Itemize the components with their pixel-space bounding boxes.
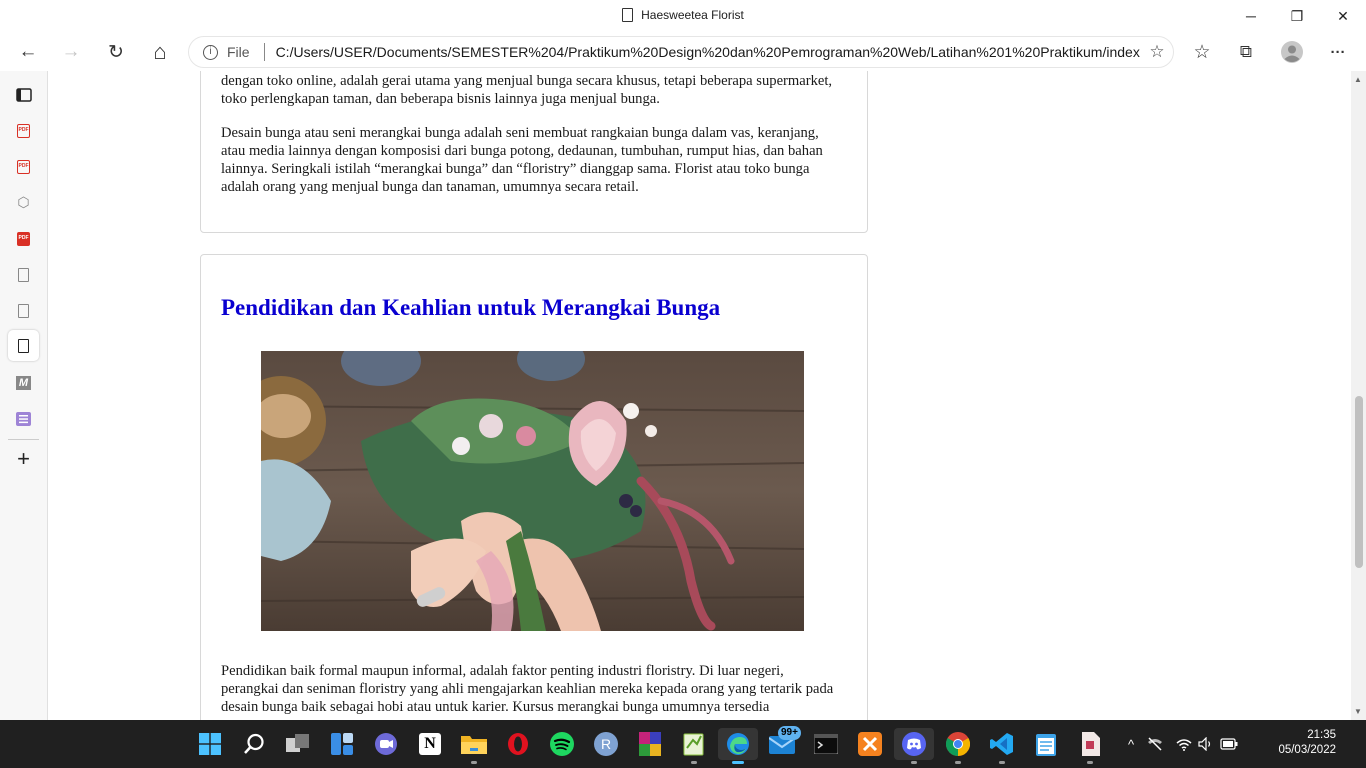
avatar-icon: [1281, 41, 1303, 63]
page-scrollbar[interactable]: ▲ ▼: [1351, 71, 1366, 720]
scroll-down-icon[interactable]: ▼: [1354, 707, 1362, 716]
windows-icon[interactable]: [194, 728, 226, 760]
list-icon: [16, 411, 31, 426]
close-button[interactable]: ✕: [1320, 0, 1366, 32]
task-view-icon[interactable]: [282, 728, 314, 760]
minimize-button[interactable]: ─: [1228, 0, 1274, 32]
page-icon: [622, 8, 634, 22]
network-off-icon[interactable]: [1147, 737, 1163, 751]
sidebar-tab-pdf-2[interactable]: PDF: [8, 151, 39, 182]
opera-icon[interactable]: [502, 728, 534, 760]
spotify-icon[interactable]: [546, 728, 578, 760]
discord-icon[interactable]: [894, 728, 934, 764]
sidebar-tab-medium[interactable]: M: [8, 367, 39, 398]
window-title: Haesweetea Florist: [0, 8, 1366, 22]
notepad-icon[interactable]: [1030, 728, 1062, 760]
add-favorite-icon[interactable]: ☆: [1141, 42, 1173, 62]
paragraph: Pendidikan baik formal maupun informal, …: [221, 663, 834, 715]
article-card: Pendidikan dan Keahlian untuk Merangkai …: [200, 254, 868, 720]
address-separator: [263, 43, 265, 61]
browser-toolbar: ← → ↻ ⌂ i File C:/Users/USER/Documents/S…: [0, 32, 1366, 71]
scroll-up-icon[interactable]: ▲: [1354, 75, 1362, 84]
paragraph: dengan toko online, adalah gerai utama y…: [221, 73, 833, 107]
vertical-tabs-sidebar: PDF PDF ⬡ PDF M +: [0, 71, 48, 720]
restore-button[interactable]: ❐: [1274, 0, 1320, 32]
edge-icon[interactable]: [718, 728, 758, 764]
codepen-icon: ⬡: [17, 194, 30, 210]
notion-icon[interactable]: N: [414, 728, 446, 760]
winrar-icon[interactable]: [634, 728, 666, 760]
tab-actions-icon[interactable]: [8, 79, 39, 110]
new-tab-button[interactable]: +: [8, 443, 39, 474]
collections-icon[interactable]: ⧉: [1230, 36, 1262, 68]
system-tray: ^: [1128, 720, 1238, 768]
battery-icon[interactable]: [1220, 738, 1238, 750]
url-text[interactable]: C:/Users/USER/Documents/SEMESTER%204/Pra…: [276, 44, 1141, 60]
sidebar-tab-page-2[interactable]: [8, 295, 39, 326]
sidebar-tab-codepen[interactable]: ⬡: [8, 187, 39, 218]
document-icon[interactable]: [1074, 728, 1106, 764]
sidebar-tab-pdf-3[interactable]: PDF: [8, 223, 39, 254]
paragraph: Desain bunga atau seni merangkai bunga a…: [221, 125, 823, 195]
taskbar-clock[interactable]: 21:35 05/03/2022: [1254, 728, 1336, 758]
wifi-icon[interactable]: [1176, 738, 1192, 751]
clock-time: 21:35: [1307, 729, 1336, 741]
terminal-icon[interactable]: [810, 728, 842, 760]
mail-icon[interactable]: 99+: [766, 726, 801, 760]
article-card: dengan toko online, adalah gerai utama y…: [200, 71, 868, 233]
tray-chevron-icon[interactable]: ^: [1128, 737, 1134, 752]
xampp-icon[interactable]: [854, 728, 886, 760]
title-bar: Haesweetea Florist ─ ❐ ✕: [0, 0, 1366, 32]
vscode-icon[interactable]: [986, 728, 1018, 764]
flower-arranging-photo: [261, 351, 804, 631]
chat-icon[interactable]: [370, 728, 402, 760]
info-icon[interactable]: i: [203, 44, 218, 60]
volume-icon[interactable]: [1198, 737, 1214, 751]
file-label: File: [227, 44, 250, 60]
medium-icon: M: [16, 375, 31, 390]
r-icon[interactable]: R: [590, 728, 622, 760]
page-icon: [18, 338, 29, 353]
page-icon: [18, 303, 29, 318]
chrome-icon[interactable]: [942, 728, 974, 764]
notepad-plus-icon[interactable]: [678, 728, 710, 764]
mail-badge: 99+: [778, 726, 801, 740]
scrollbar-thumb[interactable]: [1355, 396, 1363, 568]
more-menu-icon[interactable]: ···: [1322, 36, 1354, 68]
refresh-button[interactable]: ↻: [100, 36, 132, 68]
sidebar-tab-list[interactable]: [8, 403, 39, 434]
profile-avatar[interactable]: [1276, 36, 1308, 68]
page-icon: [18, 267, 29, 282]
favorites-icon[interactable]: ☆: [1186, 36, 1218, 68]
pdf-icon: PDF: [17, 159, 30, 174]
section-heading: Pendidikan dan Keahlian untuk Merangkai …: [221, 295, 721, 320]
clock-date: 05/03/2022: [1278, 744, 1336, 756]
back-button[interactable]: ←: [12, 36, 44, 68]
sidebar-tab-page-active[interactable]: [8, 330, 39, 361]
widgets-icon[interactable]: [326, 728, 358, 760]
pdf-icon: PDF: [17, 231, 30, 246]
taskbar: N R 99+ ^ 21:35 05/03/2022: [0, 720, 1366, 768]
sidebar-divider: [8, 439, 39, 440]
address-bar[interactable]: i File C:/Users/USER/Documents/SEMESTER%…: [188, 36, 1174, 68]
home-button[interactable]: ⌂: [144, 36, 176, 68]
file-explorer-icon[interactable]: [458, 728, 490, 764]
pdf-icon: PDF: [17, 123, 30, 138]
search-icon[interactable]: [238, 728, 270, 760]
sidebar-tab-pdf-1[interactable]: PDF: [8, 115, 39, 146]
sidebar-tab-page-1[interactable]: [8, 259, 39, 290]
forward-button[interactable]: →: [55, 36, 87, 68]
page-viewport: dengan toko online, adalah gerai utama y…: [48, 71, 1351, 720]
